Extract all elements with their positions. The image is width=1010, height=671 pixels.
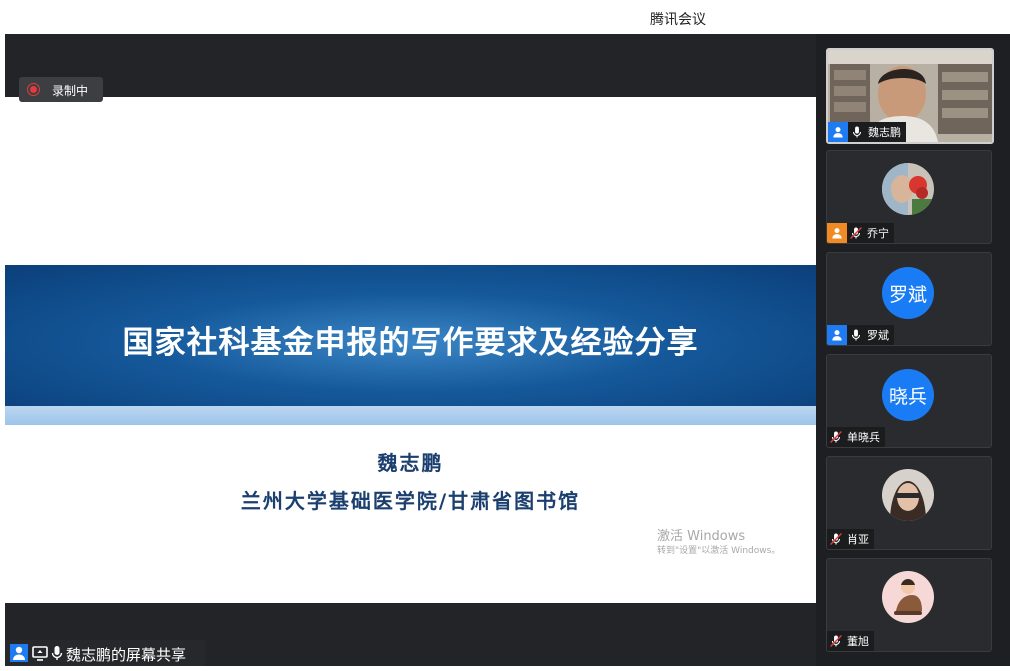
activation-watermark-title: 激活 Windows (657, 529, 746, 544)
participant-avatar (882, 571, 934, 623)
participants-panel: 魏志鹏 乔宁 罗斌 罗斌 晓兵 单晓兵 肖亚 董旭 (816, 34, 1010, 666)
microphone-icon (847, 325, 865, 345)
participant-tile[interactable]: 肖亚 (826, 456, 992, 550)
panel-scrollbar[interactable] (1004, 66, 1010, 660)
activation-watermark-subtitle: 转到"设置"以激活 Windows。 (657, 546, 781, 556)
screen-share-bar[interactable]: 魏志鹏的屏幕共享 (5, 640, 205, 666)
microphone-muted-icon (827, 529, 845, 549)
slide-author: 魏志鹏 (377, 451, 444, 475)
participant-avatar: 罗斌 (882, 267, 934, 319)
participant-namebar: 肖亚 (827, 529, 874, 549)
microphone-muted-icon (847, 223, 865, 243)
user-icon (828, 122, 848, 142)
screen-share-icon (31, 644, 49, 662)
window-title: 腾讯会议 (650, 12, 706, 28)
participant-namebar: 罗斌 (827, 325, 894, 345)
record-dot-icon (27, 83, 40, 96)
participant-name: 罗斌 (867, 329, 889, 342)
participant-name: 董旭 (847, 635, 869, 648)
slide-divider-stripe (5, 406, 816, 425)
participant-tile[interactable]: 魏志鹏 (826, 48, 994, 144)
participant-name: 魏志鹏 (868, 126, 901, 139)
participant-tile[interactable]: 董旭 (826, 558, 992, 652)
participant-namebar: 乔宁 (827, 223, 894, 243)
title-bar: 腾讯会议 (0, 0, 1010, 34)
recording-label: 录制中 (52, 84, 89, 98)
slide-title-banner: 国家社科基金申报的写作要求及经验分享 (5, 265, 816, 406)
participant-name: 乔宁 (867, 227, 889, 240)
participant-name: 单晓兵 (847, 431, 880, 444)
participant-name: 肖亚 (847, 533, 869, 546)
screen-share-label: 魏志鹏的屏幕共享 (66, 646, 187, 664)
participant-avatar (882, 163, 934, 215)
participant-tile[interactable]: 乔宁 (826, 150, 992, 244)
participant-namebar: 单晓兵 (827, 427, 885, 447)
slide-affiliation: 兰州大学基础医学院/甘肃省图书馆 (240, 489, 581, 513)
recording-indicator[interactable]: 录制中 (19, 77, 103, 102)
user-icon (827, 325, 847, 345)
participant-avatar: 晓兵 (882, 369, 934, 421)
user-icon (827, 223, 847, 243)
user-icon (10, 644, 28, 662)
microphone-icon (848, 122, 866, 142)
participant-tile[interactable]: 罗斌 罗斌 (826, 252, 992, 346)
microphone-muted-icon (827, 427, 845, 447)
presentation-slide: 国家社科基金申报的写作要求及经验分享 魏志鹏 兰州大学基础医学院/甘肃省图书馆 … (5, 97, 816, 603)
slide-title: 国家社科基金申报的写作要求及经验分享 (122, 325, 699, 361)
microphone-muted-icon (827, 631, 845, 651)
participant-namebar: 魏志鹏 (828, 122, 906, 142)
microphone-icon (48, 644, 66, 662)
participant-namebar: 董旭 (827, 631, 874, 651)
participant-tile[interactable]: 晓兵 单晓兵 (826, 354, 992, 448)
participant-avatar (882, 469, 934, 521)
